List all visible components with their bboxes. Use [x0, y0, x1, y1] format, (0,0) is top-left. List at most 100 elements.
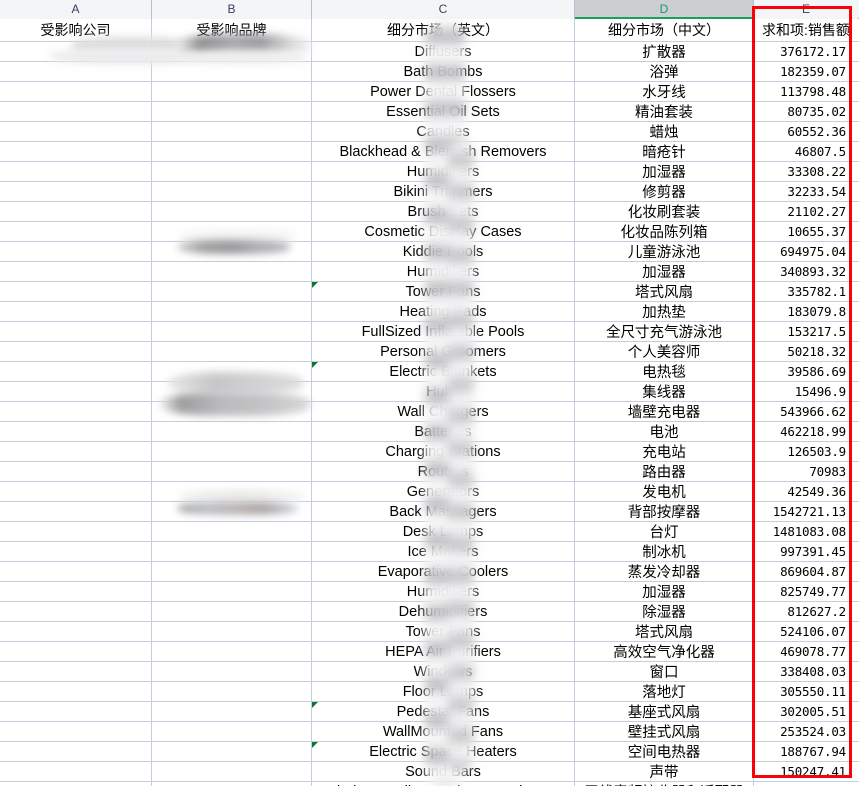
cell-brand[interactable] — [152, 282, 312, 301]
cell-company[interactable] — [0, 402, 152, 421]
cell-brand[interactable] — [152, 102, 312, 121]
cell-company[interactable] — [0, 182, 152, 201]
cell-sales-amount[interactable]: 113798.48 — [754, 82, 858, 101]
cell-subcategory-cn[interactable]: 加热垫 — [575, 302, 754, 321]
table-row[interactable]: Generators 发电机 42549.36 — [0, 482, 859, 502]
cell-company[interactable] — [0, 202, 152, 221]
cell-brand[interactable] — [152, 42, 312, 61]
cell-sales-amount[interactable]: 376172.17 — [754, 42, 858, 61]
cell-subcategory-cn[interactable]: 蜡烛 — [575, 122, 754, 141]
cell-sales-amount[interactable]: 1481083.08 — [754, 522, 858, 541]
cell-brand[interactable] — [152, 62, 312, 81]
cell-brand[interactable] — [152, 762, 312, 781]
table-row[interactable]: Pedestal Fans 基座式风扇 302005.51 — [0, 702, 859, 722]
cell-brand[interactable] — [152, 522, 312, 541]
cell-brand[interactable] — [152, 242, 312, 261]
cell-sales-amount[interactable]: 50218.32 — [754, 342, 858, 361]
cell-company[interactable] — [0, 722, 152, 741]
cell-company[interactable] — [0, 62, 152, 81]
cell-subcategory-en[interactable]: Essential Oil Sets — [312, 102, 575, 121]
cell-subcategory-cn[interactable]: 修剪器 — [575, 182, 754, 201]
cell-sales-amount[interactable]: 80735.02 — [754, 102, 858, 121]
cell-brand[interactable] — [152, 302, 312, 321]
cell-subcategory-en[interactable]: Floor Lamps — [312, 682, 575, 701]
cell-subcategory-en[interactable]: Generators — [312, 482, 575, 501]
table-row[interactable]: Heating Pads 加热垫 183079.8 — [0, 302, 859, 322]
cell-subcategory-en[interactable]: Electric Space Heaters — [312, 742, 575, 761]
table-row[interactable]: Sound Bars 声带 150247.41 — [0, 762, 859, 782]
cell-brand[interactable] — [152, 622, 312, 641]
cell-subcategory-en[interactable]: Batteries — [312, 422, 575, 441]
table-row[interactable]: Dehumidifiers 除湿器 812627.2 — [0, 602, 859, 622]
cell-company[interactable] — [0, 262, 152, 281]
cell-sales-amount[interactable]: 21102.27 — [754, 202, 858, 221]
table-row[interactable]: Charging Stations 充电站 126503.9 — [0, 442, 859, 462]
cell-company[interactable] — [0, 382, 152, 401]
cell-subcategory-cn[interactable]: 发电机 — [575, 482, 754, 501]
cell-subcategory-en[interactable]: Pedestal Fans — [312, 702, 575, 721]
cell-company[interactable] — [0, 702, 152, 721]
cell-subcategory-en[interactable]: Windows — [312, 662, 575, 681]
cell-subcategory-cn[interactable]: 个人美容师 — [575, 342, 754, 361]
cell-subcategory-en[interactable]: Wall Chargers — [312, 402, 575, 421]
table-row[interactable]: Brush Sets 化妆刷套装 21102.27 — [0, 202, 859, 222]
cell-subcategory-cn[interactable]: 充电站 — [575, 442, 754, 461]
table-row[interactable]: Routers 路由器 70983 — [0, 462, 859, 482]
header-cell-company[interactable]: 受影响公司 — [0, 19, 152, 41]
cell-brand[interactable] — [152, 642, 312, 661]
cell-brand[interactable] — [152, 262, 312, 281]
cell-subcategory-en[interactable]: Tower Fans — [312, 622, 575, 641]
cell-company[interactable] — [0, 442, 152, 461]
cell-brand[interactable] — [152, 442, 312, 461]
cell-brand[interactable] — [152, 422, 312, 441]
cell-sales-amount[interactable]: 338408.03 — [754, 662, 858, 681]
cell-subcategory-cn[interactable]: 集线器 — [575, 382, 754, 401]
cell-sales-amount[interactable]: 150247.41 — [754, 762, 858, 781]
cell-company[interactable] — [0, 682, 152, 701]
cell-subcategory-cn[interactable]: 精油套装 — [575, 102, 754, 121]
cell-brand[interactable] — [152, 322, 312, 341]
cell-subcategory-en[interactable]: Tower Fans — [312, 282, 575, 301]
cell-subcategory-en[interactable]: WallMounted Fans — [312, 722, 575, 741]
table-row[interactable]: Kiddie Pools 儿童游泳池 694975.04 — [0, 242, 859, 262]
table-row[interactable]: Personal Groomers 个人美容师 50218.32 — [0, 342, 859, 362]
table-row[interactable]: Hubs 集线器 15496.9 — [0, 382, 859, 402]
cell-subcategory-cn[interactable]: 浴弹 — [575, 62, 754, 81]
cell-brand[interactable] — [152, 582, 312, 601]
cell-subcategory-en[interactable]: Blackhead & Blemish Removers — [312, 142, 575, 161]
cell-sales-amount[interactable]: 997391.45 — [754, 542, 858, 561]
cell-sales-amount[interactable]: 60552.36 — [754, 122, 858, 141]
cell-sales-amount[interactable]: 126503.9 — [754, 442, 858, 461]
cell-brand[interactable] — [152, 502, 312, 521]
cell-company[interactable] — [0, 142, 152, 161]
cell-subcategory-en[interactable]: Bath Bombs — [312, 62, 575, 81]
table-row[interactable]: Tower Fans 塔式风扇 335782.1 — [0, 282, 859, 302]
cell-subcategory-en[interactable]: Desk Lamps — [312, 522, 575, 541]
cell-brand[interactable] — [152, 482, 312, 501]
cell-company[interactable] — [0, 282, 152, 301]
cell-company[interactable] — [0, 542, 152, 561]
cell-subcategory-en[interactable]: Ice Makers — [312, 542, 575, 561]
cell-brand[interactable] — [152, 542, 312, 561]
column-header-b[interactable]: B — [152, 0, 312, 19]
cell-sales-amount[interactable]: 302005.51 — [754, 702, 858, 721]
cell-company[interactable] — [0, 482, 152, 501]
cell-subcategory-en[interactable]: FullSized Inflatable Pools — [312, 322, 575, 341]
cell-company[interactable] — [0, 322, 152, 341]
cell-company[interactable] — [0, 662, 152, 681]
cell-company[interactable] — [0, 302, 152, 321]
cell-sales-amount[interactable]: 10655.37 — [754, 222, 858, 241]
table-row[interactable]: Floor Lamps 落地灯 305550.11 — [0, 682, 859, 702]
cell-company[interactable] — [0, 622, 152, 641]
cell-sales-amount[interactable]: 305550.11 — [754, 682, 858, 701]
cell-subcategory-en[interactable]: Bikini Trimmers — [312, 182, 575, 201]
cell-subcategory-cn[interactable]: 扩散器 — [575, 42, 754, 61]
cell-company[interactable] — [0, 462, 152, 481]
spreadsheet-view[interactable]: A B C D E 受影响公司 受影响品牌 细分市场（英文） 细分市场（中文） … — [0, 0, 859, 786]
cell-company[interactable] — [0, 42, 152, 61]
cell-brand[interactable] — [152, 702, 312, 721]
cell-sales-amount[interactable]: 188767.94 — [754, 742, 858, 761]
cell-sales-amount[interactable]: 524106.07 — [754, 622, 858, 641]
header-cell-subcategory-cn[interactable]: 细分市场（中文） — [575, 19, 754, 41]
column-header-c[interactable]: C — [312, 0, 575, 19]
